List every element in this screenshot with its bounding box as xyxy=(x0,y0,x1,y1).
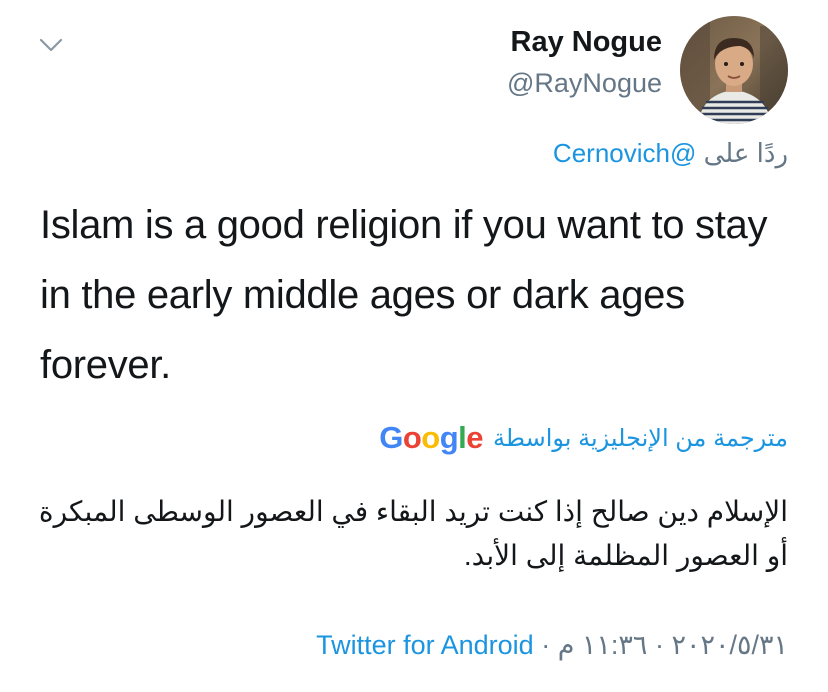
meta-separator: · xyxy=(541,630,551,660)
meta-separator: · xyxy=(654,630,664,660)
tweet-card: Ray Nogue @RayNogue ردًا على @Cernovich … xyxy=(0,0,828,692)
avatar[interactable] xyxy=(680,16,788,124)
tweet-meta: ٢٠٢٠/٥/٣١ · ١١:٣٦ م · Twitter for Androi… xyxy=(316,630,788,661)
tweet-date: ٢٠٢٠/٥/٣١ xyxy=(671,630,788,660)
reply-prefix: ردًا على xyxy=(703,138,788,168)
tweet-source-link[interactable]: Twitter for Android xyxy=(316,630,534,660)
tweet-time: ١١:٣٦ م xyxy=(557,630,648,660)
reply-mention-link[interactable]: @Cernovich xyxy=(553,138,696,168)
tweet-text: Islam is a good religion if you want to … xyxy=(40,203,768,387)
google-logo[interactable]: Google xyxy=(379,420,483,456)
reply-context: ردًا على @Cernovich xyxy=(553,138,788,169)
translated-text: الإسلام دين صالح إذا كنت تريد البقاء في … xyxy=(38,496,788,571)
author-handle[interactable]: @RayNogue xyxy=(507,68,662,99)
translation-attribution: مترجمة من الإنجليزية بواسطة Google xyxy=(379,420,788,456)
author-display-name[interactable]: Ray Nogue xyxy=(511,26,662,59)
translation-label: مترجمة من الإنجليزية بواسطة xyxy=(493,424,788,452)
chevron-down-icon[interactable] xyxy=(36,30,66,60)
